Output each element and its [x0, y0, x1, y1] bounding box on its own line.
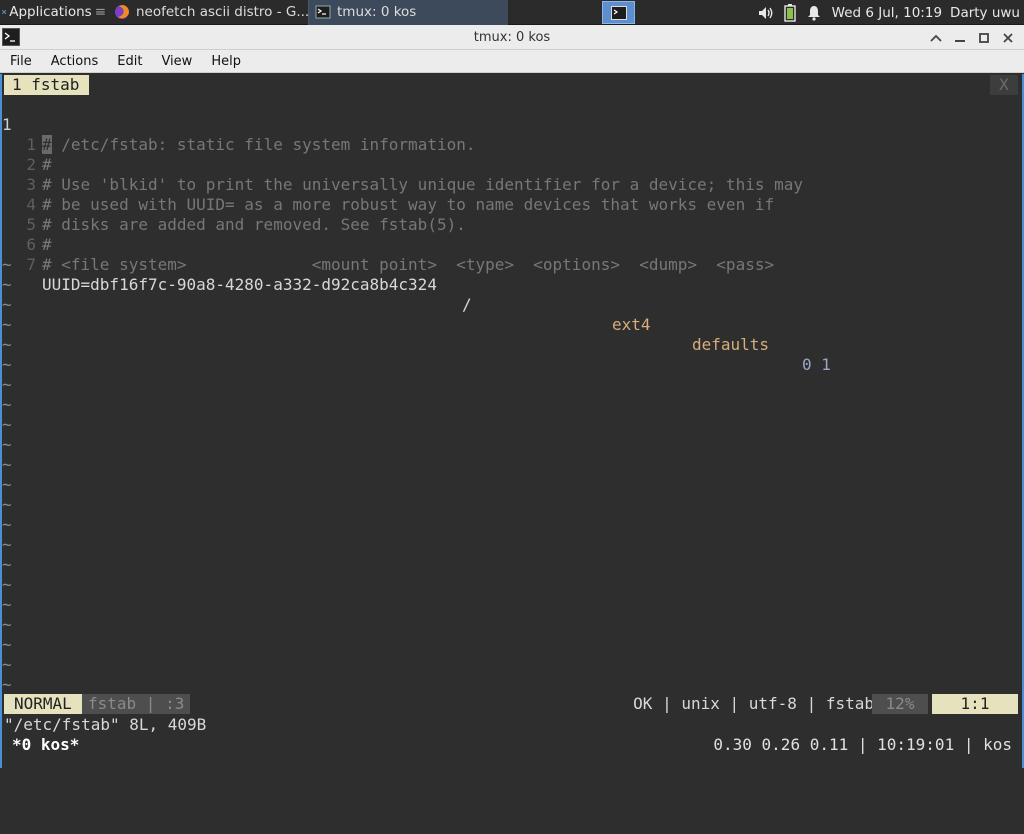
user-name[interactable]: Darty uwu [950, 5, 1024, 21]
editor-line[interactable]: 1 # /etc/fstab: static file system infor… [2, 95, 1022, 154]
close-button[interactable] [996, 25, 1020, 50]
close-icon [1003, 32, 1013, 43]
empty-line-tilde: ~ [2, 455, 12, 474]
menu-bar: File Actions Edit View Help [0, 50, 1024, 73]
fstab-type: ext4 [612, 315, 651, 334]
mode-indicator: NORMAL [4, 694, 82, 714]
fstab-uuid: UUID=dbf16f7c-90a8-4280-a332-d92ca8b4c32… [42, 275, 437, 294]
empty-line-tilde: ~ [2, 655, 12, 674]
taskbar-item-label: tmux: 0 kos [337, 4, 417, 20]
top-panel: Applications ≡ neofetch ascii distro - G… [0, 0, 1024, 25]
editor-line[interactable]: 4 # disks are added and removed. See fst… [2, 175, 1022, 234]
terminal-icon [315, 5, 331, 19]
command-message: "/etc/fstab" 8L, 409B [4, 715, 207, 734]
empty-line-tilde: ~ [2, 635, 12, 654]
menu-view[interactable]: View [151, 54, 201, 69]
line-text: # <file system> <mount point> <type> <op… [42, 255, 775, 274]
terminal-view[interactable]: 1 fstab X 1 # /etc/fstab: static file sy… [0, 74, 1024, 768]
menu-edit[interactable]: Edit [107, 54, 151, 69]
tmux-status-right: 0.30 0.26 0.11 | 10:19:01 | kos [713, 735, 1012, 754]
editor-line[interactable]: 5 # [2, 195, 1022, 254]
editor-line-fstab-entry[interactable]: 7 UUID=dbf16f7c-90a8-4280-a332-d92ca8b4c… [2, 235, 1022, 374]
vim-statusline: NORMAL fstab | :3 OK | unix | utf-8 | fs… [2, 694, 1022, 714]
editor-line[interactable]: 2 # Use 'blkid' to print the universally… [2, 135, 1022, 194]
applications-menu-button[interactable]: Applications ≡ [0, 0, 108, 25]
maximize-icon [979, 32, 989, 43]
applications-label: Applications [9, 4, 92, 20]
tmux-window-name[interactable]: *0 kos* [12, 735, 79, 755]
chevron-up-icon [930, 34, 942, 42]
empty-line-tilde: ~ [2, 535, 12, 554]
tab-close-button[interactable]: X [990, 75, 1018, 95]
empty-line-tilde: ~ [2, 555, 12, 574]
empty-line-tilde: ~ [2, 355, 12, 374]
maximize-button[interactable] [972, 25, 996, 50]
empty-line-tilde: ~ [2, 675, 12, 694]
statusline-info: OK | unix | utf-8 | fstab [633, 694, 874, 713]
window-titlebar[interactable]: tmux: 0 kos [0, 25, 1024, 50]
empty-line-tilde: ~ [2, 315, 12, 334]
empty-line-tilde: ~ [2, 575, 12, 594]
fstab-options: defaults [692, 335, 770, 354]
taskbar-item-browser[interactable]: neofetch ascii distro - G... [108, 0, 308, 25]
fstab-dump-pass: 0 1 [802, 355, 831, 374]
editor-line[interactable]: 1 # [2, 115, 1022, 174]
empty-line-tilde: ~ [2, 515, 12, 534]
empty-line-tilde: ~ [2, 295, 12, 314]
vim-tabline: 1 fstab X [2, 75, 1022, 95]
window-title: tmux: 0 kos [473, 29, 551, 45]
system-tray: Wed 6 Jul, 10:19 Darty uwu [754, 0, 1024, 25]
cursor-position: 1:1 [932, 694, 1018, 714]
menu-separator-icon: ≡ [94, 4, 106, 20]
xfce-logo-icon [2, 10, 7, 14]
clock[interactable]: Wed 6 Jul, 10:19 [826, 5, 950, 21]
tmux-status-bar: *0 kos* 0.30 0.26 0.11 | 10:19:01 | kos [2, 735, 1022, 755]
empty-line-tilde: ~ [2, 435, 12, 454]
empty-line-tilde: ~ [2, 475, 12, 494]
empty-line-tilde: ~ [2, 275, 12, 294]
fstab-mount-point: / [462, 295, 472, 314]
statusline-percent: 12% [872, 694, 928, 714]
editor-line[interactable]: 6 # <file system> <mount point> <type> <… [2, 215, 1022, 274]
editor-line[interactable]: 3 # be used with UUID= as a more robust … [2, 155, 1022, 214]
battery-icon[interactable] [778, 0, 802, 25]
taskbar-item-label: neofetch ascii distro - G... [136, 4, 308, 20]
terminal-icon [610, 5, 627, 20]
empty-line-tilde: ~ [2, 595, 12, 614]
empty-line-tilde: ~ [2, 255, 12, 274]
terminal-icon [2, 28, 20, 46]
taskbar-item-terminal[interactable]: tmux: 0 kos [308, 0, 508, 25]
shade-button[interactable] [924, 25, 948, 50]
firefox-icon [115, 5, 129, 19]
empty-line-tilde: ~ [2, 415, 12, 434]
minimize-icon [955, 39, 965, 42]
minimize-button[interactable] [948, 25, 972, 50]
statusline-file: fstab | :3 [82, 694, 191, 714]
tab-fstab[interactable]: 1 fstab [4, 75, 90, 95]
notification-bell-icon[interactable] [802, 0, 826, 25]
menu-help[interactable]: Help [201, 54, 250, 69]
empty-line-tilde: ~ [2, 495, 12, 514]
volume-icon[interactable] [754, 0, 778, 25]
menu-actions[interactable]: Actions [41, 54, 108, 69]
workspace-switcher[interactable] [602, 1, 635, 24]
empty-line-tilde: ~ [2, 375, 12, 394]
menu-file[interactable]: File [0, 54, 41, 69]
empty-line-tilde: ~ [2, 615, 12, 634]
empty-line-tilde: ~ [2, 395, 12, 414]
empty-line-tilde: ~ [2, 335, 12, 354]
